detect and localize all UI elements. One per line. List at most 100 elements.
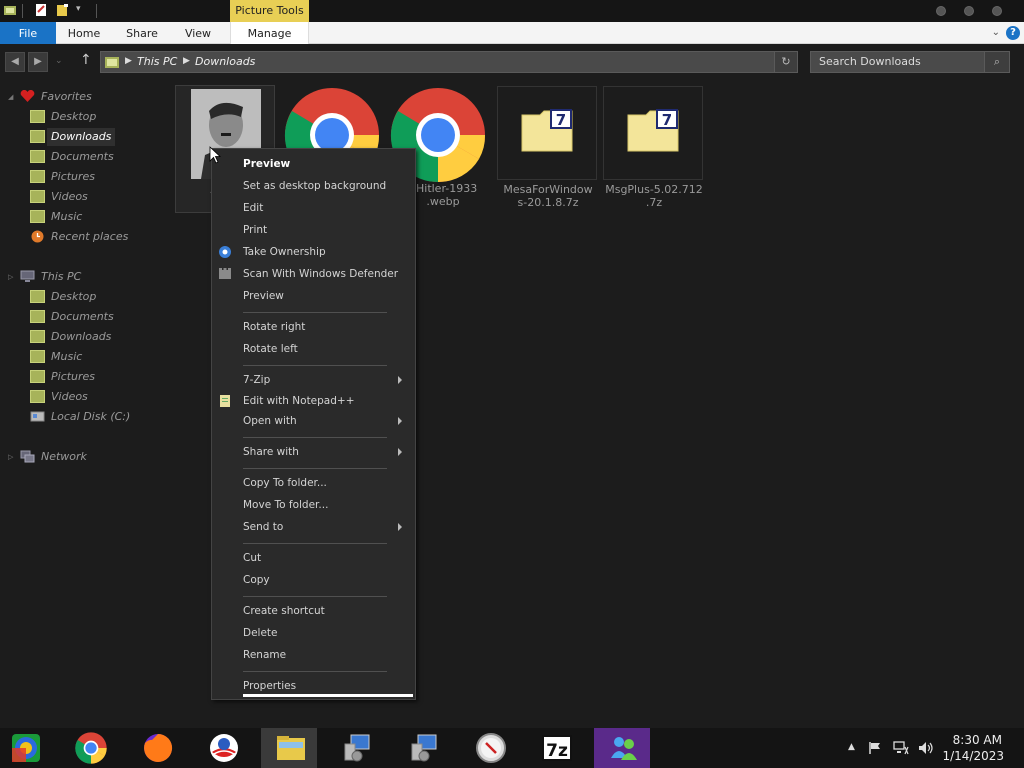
7zip-icon: 7z [542, 735, 572, 761]
minimize-button[interactable] [936, 6, 946, 16]
heart-icon [20, 90, 35, 102]
tab-view[interactable]: View [178, 22, 218, 44]
taskbar-obama-app[interactable] [194, 728, 250, 768]
menu-item-open-with[interactable]: Open with [243, 412, 297, 430]
menu-separator [243, 543, 387, 544]
downloads-icon [30, 130, 45, 143]
help-icon[interactable]: ? [1006, 26, 1020, 40]
menu-item-copy-to-folder[interactable]: Copy To folder... [243, 474, 327, 492]
search-input[interactable]: Search Downloads [810, 51, 1010, 73]
search-icon[interactable]: ⌕ [984, 51, 1010, 73]
menu-item-properties[interactable]: Properties [243, 677, 296, 695]
menu-item-move-to-folder[interactable]: Move To folder... [243, 496, 328, 514]
new-folder-icon[interactable] [56, 3, 70, 17]
start-button[interactable] [0, 728, 56, 768]
recent-locations-icon[interactable]: ⌄ [55, 56, 63, 66]
up-icon[interactable]: ↑ [80, 52, 92, 68]
computer-icon [20, 270, 35, 282]
submenu-arrow-icon [398, 448, 402, 456]
explorer-window: ▾ Picture Tools File Home Share View Man… [0, 0, 1024, 728]
action-center-flag-icon[interactable] [868, 741, 882, 755]
network-status-icon[interactable] [893, 741, 909, 755]
navigation-pane: ◢ Favorites Desktop Downloads Documents … [8, 90, 131, 463]
submenu-arrow-icon [398, 523, 402, 531]
navigation-bar: ◀ ▶ ⌄ ↑ ▶ This PC ▶ Downloads ↻ Search D… [0, 44, 1024, 80]
pictures-icon [30, 170, 45, 183]
expand-icon[interactable]: ▷ [8, 273, 13, 281]
taskbar-compass-app[interactable] [461, 728, 517, 768]
taskbar-chrome[interactable] [61, 728, 117, 768]
breadcrumb-separator-icon: ▶ [183, 56, 190, 66]
taskbar-firefox[interactable] [128, 728, 184, 768]
music-icon [30, 210, 45, 223]
taskbar-settings[interactable] [394, 728, 450, 768]
menu-item-print[interactable]: Print [243, 221, 267, 239]
defender-icon [219, 268, 231, 279]
menu-item-rotate-right[interactable]: Rotate right [243, 318, 305, 336]
menu-item-scan-defender[interactable]: Scan With Windows Defender [243, 265, 398, 283]
expand-icon[interactable]: ▷ [8, 453, 13, 461]
menu-separator [243, 312, 387, 313]
taskbar: 7z ▲ 8:30 AM 1/14/2023 [0, 728, 1024, 768]
menu-item-send-to[interactable]: Send to [243, 518, 283, 536]
breadcrumb-this-pc[interactable]: This PC [137, 55, 177, 68]
taskbar-7zip[interactable]: 7z [527, 728, 583, 768]
menu-item-7zip[interactable]: 7-Zip [243, 371, 270, 389]
address-bar[interactable]: ▶ This PC ▶ Downloads [100, 51, 798, 73]
menu-item-take-ownership[interactable]: Take Ownership [243, 243, 326, 261]
archive-7z-icon: 7 [627, 109, 679, 152]
menu-item-rename[interactable]: Rename [243, 646, 286, 664]
videos-icon [30, 190, 45, 203]
menu-focus-indicator [243, 694, 413, 697]
videos-icon [30, 390, 45, 403]
clock-time[interactable]: 8:30 AM [922, 733, 1002, 747]
breadcrumb-downloads[interactable]: Downloads [195, 55, 255, 68]
refresh-icon[interactable]: ↻ [774, 51, 798, 73]
gear-icon [219, 246, 231, 258]
taskbar-control-panel[interactable] [327, 728, 383, 768]
explorer-icon[interactable] [3, 3, 17, 17]
menu-item-set-desktop-background[interactable]: Set as desktop background [243, 177, 386, 195]
menu-item-edit-notepadpp[interactable]: Edit with Notepad++ [243, 392, 355, 410]
file-item-msgplus[interactable]: 7 MsgPlus-5.02.712 .7z [603, 86, 703, 209]
menu-item-edit[interactable]: Edit [243, 199, 263, 217]
tab-home[interactable]: Home [62, 22, 106, 44]
clock-date[interactable]: 1/14/2023 [924, 749, 1004, 763]
computer-settings-icon [411, 734, 437, 762]
submenu-arrow-icon [398, 376, 402, 384]
taskbar-file-explorer[interactable] [261, 728, 317, 768]
menu-item-rotate-left[interactable]: Rotate left [243, 340, 298, 358]
compass-icon [476, 733, 506, 763]
menu-item-create-shortcut[interactable]: Create shortcut [243, 602, 325, 620]
windows-logo-icon [12, 734, 40, 762]
tab-share[interactable]: Share [120, 22, 164, 44]
menu-item-preview-2[interactable]: Preview [243, 287, 284, 305]
menu-item-share-with[interactable]: Share with [243, 443, 299, 461]
tab-file[interactable]: File [0, 22, 56, 44]
taskbar-messenger[interactable] [594, 728, 650, 768]
drive-icon [30, 411, 45, 422]
documents-icon [30, 150, 45, 163]
file-name: MesaForWindow s-20.1.8.7z [503, 183, 593, 209]
customize-qa-icon[interactable]: ▾ [76, 4, 81, 14]
close-button[interactable] [992, 6, 1002, 16]
menu-item-copy[interactable]: Copy [243, 571, 270, 589]
menu-item-cut[interactable]: Cut [243, 549, 261, 567]
desktop-icon [30, 290, 45, 303]
music-icon [30, 350, 45, 363]
chevron-down-icon[interactable]: ⌄ [992, 27, 1000, 38]
firefox-icon [144, 733, 173, 762]
forward-button[interactable]: ▶ [28, 52, 48, 72]
obama-logo-icon [210, 734, 238, 762]
file-item-mesa[interactable]: 7 MesaForWindow s-20.1.8.7z [497, 86, 597, 209]
back-button[interactable]: ◀ [5, 52, 25, 72]
tab-manage[interactable]: Manage [230, 22, 309, 44]
menu-item-preview[interactable]: Preview [243, 155, 290, 173]
show-hidden-icons-icon[interactable]: ▲ [848, 742, 855, 752]
messenger-icon [611, 737, 637, 760]
maximize-button[interactable] [964, 6, 974, 16]
expand-icon[interactable]: ◢ [8, 93, 13, 101]
menu-item-delete[interactable]: Delete [243, 624, 278, 642]
menu-separator [243, 468, 387, 469]
properties-icon[interactable] [34, 3, 48, 17]
